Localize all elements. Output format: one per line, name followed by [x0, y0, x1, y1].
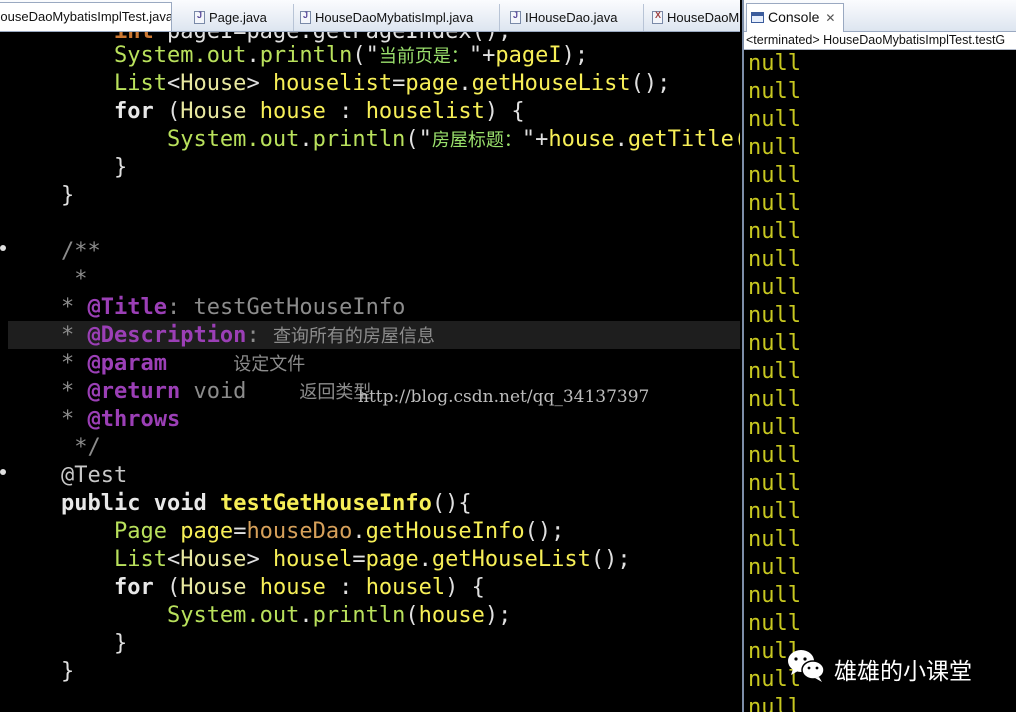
console-output-line: null [748, 359, 801, 384]
console-output-line: null [748, 471, 801, 496]
xml-file-icon [652, 10, 663, 24]
code-line: } [60, 659, 75, 684]
tab-ihousedao[interactable]: IHouseDao.java [506, 4, 644, 31]
code-line: /** [60, 239, 101, 264]
code-line: List<House> houselist=page.getHouseList(… [113, 71, 671, 96]
console-output-line: null [748, 135, 801, 160]
code-line: * @throws [60, 407, 181, 432]
code-line: * [60, 267, 88, 292]
code-line: */ [60, 435, 101, 460]
code-line: * @Description: 查询所有的房屋信息 [60, 323, 435, 348]
wechat-account-label: 雄雄的小课堂 [834, 659, 972, 685]
tab-housedaomybatisimpltest[interactable]: HouseDaoMybatisImplTest.java✕ [0, 2, 172, 31]
watermark-url: http://blog.csdn.net/qq_34137397 [358, 387, 650, 407]
fold-marker-icon[interactable] [0, 469, 6, 475]
code-line: System.out.println(house); [166, 603, 512, 628]
code-line: List<House> housel=page.getHouseList(); [113, 547, 631, 572]
fold-marker-icon[interactable] [0, 245, 6, 251]
tab-page-java[interactable]: Page.java [190, 4, 294, 31]
code-editor[interactable]: int pageI=page.getPageIndex(); System.ou… [0, 32, 740, 712]
code-line: for (House house : housel) { [113, 575, 485, 600]
console-output-line: null [748, 387, 801, 412]
code-line: System.out.println("当前页是："+pageI); [113, 43, 589, 68]
code-line: public void testGetHouseInfo(){ [60, 491, 472, 516]
tab-label: IHouseDao.java [525, 10, 618, 25]
console-icon [751, 12, 764, 23]
code-line: } [60, 183, 75, 208]
code-line: @Test [60, 463, 128, 488]
console-output-line: null [748, 191, 801, 216]
code-line: * @return void 返回类型 [60, 379, 372, 404]
console-status: <terminated> HouseDaoMybatisImplTest.tes… [744, 32, 1016, 50]
tab-label: HouseDaoMybatisImpl.java [315, 10, 474, 25]
console-output-line: null [748, 79, 801, 104]
console-output-line: null [748, 107, 801, 132]
console-tab-label: Console [768, 9, 820, 25]
console-tab-bar: Console ✕ [744, 0, 1016, 32]
tab-console[interactable]: Console ✕ [746, 3, 844, 32]
code-line: } [113, 155, 128, 180]
console-output-line: null [748, 275, 801, 300]
code-line: System.out.println("房屋标题："+house.getTitl… [166, 127, 740, 152]
console-output-line: null [748, 611, 801, 636]
tab-label: HouseDaoM [667, 10, 740, 25]
console-output-line: null [748, 303, 801, 328]
wechat-icon [788, 650, 825, 682]
console-output[interactable]: null null null null null null null null null null… [744, 50, 1016, 712]
tab-housedaomybatisimpl[interactable]: HouseDaoMybatisImpl.java [296, 4, 500, 31]
console-output-line: null [748, 695, 801, 712]
console-output-line: null [748, 331, 801, 356]
code-line: Page page=houseDao.getHouseInfo(); [113, 519, 565, 544]
console-output-line: null [748, 247, 801, 272]
tab-housedaom-xml[interactable]: HouseDaoM [648, 4, 740, 31]
tab-label: Page.java [209, 10, 267, 25]
code-line: * @param 设定文件 [60, 351, 306, 376]
tab-label: HouseDaoMybatisImplTest.java [0, 9, 172, 24]
console-output-line: null [748, 499, 801, 524]
console-output-line: null [748, 443, 801, 468]
close-icon[interactable]: ✕ [825, 11, 835, 25]
java-file-icon [300, 10, 311, 24]
console-view: Console ✕ <terminated> HouseDaoMybatisImp… [742, 0, 1016, 712]
java-file-icon [510, 10, 521, 24]
editor-tab-bar: HouseDaoMybatisImplTest.java✕ Page.java … [0, 0, 740, 32]
code-line: for (House house : houselist) { [113, 99, 525, 124]
console-output-line: null [748, 527, 801, 552]
code-line: } [113, 631, 128, 656]
console-output-line: null [748, 219, 801, 244]
console-output-line: null [748, 51, 801, 76]
console-output-line: null [748, 555, 801, 580]
console-output-line: null [748, 583, 801, 608]
console-output-line: null [748, 163, 801, 188]
java-file-icon [194, 10, 205, 24]
code-line: * @Title: testGetHouseInfo [60, 295, 406, 320]
console-output-line: null [748, 415, 801, 440]
